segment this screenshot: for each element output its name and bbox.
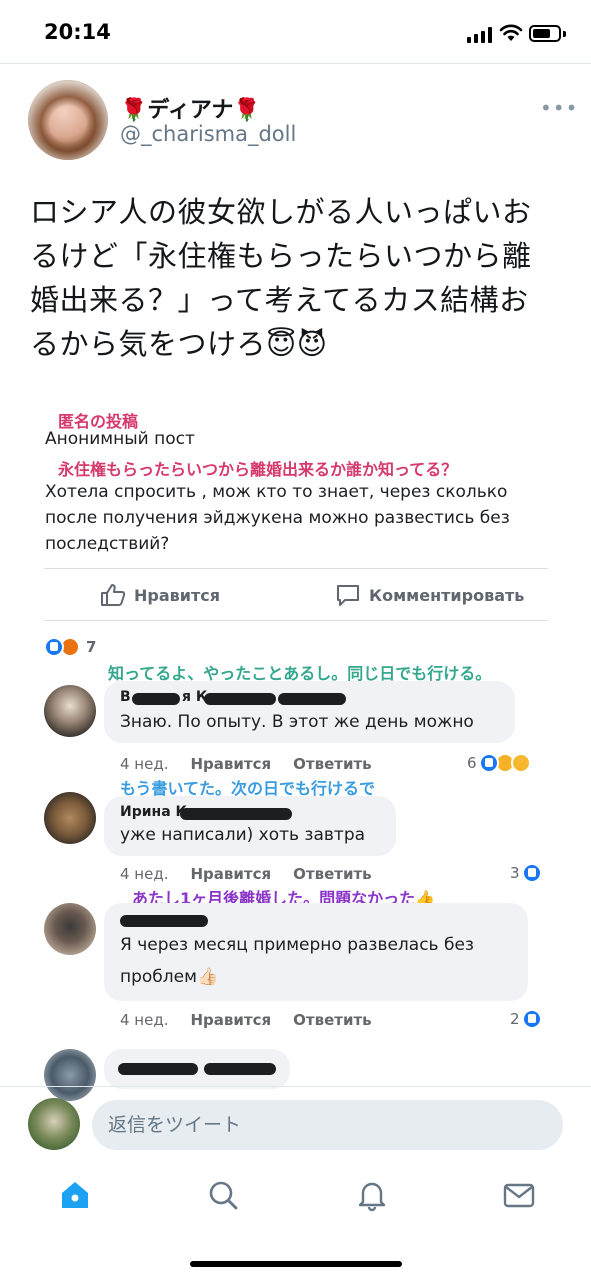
comment-text: Знаю. По опыту. В этот же день можно	[120, 712, 474, 732]
post-text: Хотела спросить , мож кто то знает, чере…	[45, 479, 510, 557]
comment-reaction-count: 2	[510, 1010, 520, 1028]
post-text-line: последствий?	[45, 534, 170, 554]
annotation-question: 永住権もらったらいつから離婚出来るか誰か知ってる？	[58, 460, 458, 479]
comment-bubble	[104, 1049, 290, 1089]
notifications-icon[interactable]	[355, 1178, 389, 1212]
comment-time: 4 нед.	[120, 755, 169, 773]
status-bar: 20:14	[0, 0, 591, 62]
more-options-icon[interactable]: •••	[540, 96, 578, 120]
wifi-icon	[499, 24, 523, 41]
comment-like-link: Нравится	[190, 865, 272, 883]
like-reaction-icon	[478, 753, 499, 773]
like-action-label: Нравится	[134, 585, 221, 605]
tweet-text: ロシア人の彼女欲しがる人いっぱいお るけど「永住権もらったらいつから離 婚出来る…	[30, 190, 570, 366]
author-display-name[interactable]: 🌹ディアナ🌹	[120, 92, 261, 124]
care-reaction-icon	[510, 753, 531, 773]
tweet-text-line: 婚出来る？」って考えてるカス結構お	[30, 283, 529, 317]
tweet-text-line: るから気をつけろ😇😈	[30, 327, 328, 361]
commenter-avatar	[44, 1049, 96, 1101]
comment-reactions: 3	[510, 863, 542, 883]
comment-meta: 4 нед. Нравится Ответить	[120, 1011, 372, 1029]
comment-reaction-count: 3	[510, 864, 520, 882]
home-indicator	[190, 1261, 402, 1267]
messages-icon[interactable]	[502, 1178, 536, 1212]
comment-reply-link: Ответить	[293, 755, 372, 773]
author-handle[interactable]: @_charisma_doll	[120, 122, 296, 146]
search-icon[interactable]	[206, 1178, 240, 1212]
status-time: 20:14	[44, 20, 111, 44]
tweet-text-line: るけど「永住権もらったらいつから離	[30, 239, 532, 273]
comment-reactions: 2	[510, 1009, 542, 1029]
my-avatar[interactable]	[28, 1098, 80, 1150]
comment-like-link: Нравится	[190, 1011, 272, 1029]
comment-reply-link: Ответить	[293, 865, 372, 883]
comment-time: 4 нед.	[120, 865, 169, 883]
comment-meta: 4 нед. Нравится Ответить	[120, 755, 372, 773]
author-avatar[interactable]	[28, 80, 108, 160]
battery-icon	[529, 25, 561, 42]
commenter-avatar	[44, 792, 96, 844]
commenter-avatar	[44, 685, 96, 737]
comment-bubble: Я через месяц примерно развелась без про…	[104, 903, 528, 1001]
comment-time: 4 нед.	[120, 1011, 169, 1029]
commenter-name: В	[120, 689, 131, 705]
comment-like-link: Нравится	[190, 755, 272, 773]
comment-text: уже написали) хоть завтра	[120, 825, 366, 845]
reply-input[interactable]: 返信をツイート	[92, 1100, 563, 1150]
like-reaction-icon	[521, 1009, 542, 1029]
home-icon[interactable]	[58, 1178, 92, 1212]
thumbs-up-icon	[101, 584, 126, 606]
comment-action-label: Комментировать	[369, 585, 525, 605]
post-label: Анонимный пост	[45, 429, 195, 449]
comment-meta: 4 нед. Нравится Ответить	[120, 865, 372, 883]
like-reaction-icon	[44, 637, 64, 657]
comment-bubble: В я К Знаю. По опыту. В этот же день мож…	[104, 681, 515, 743]
post-text-line: после получения эйджукена можно развести…	[45, 508, 510, 528]
post-text-line: Хотела спросить , мож кто то знает, чере…	[45, 482, 508, 502]
commenter-avatar	[44, 903, 96, 955]
tweet-text-line: ロシア人の彼女欲しがる人いっぱいお	[30, 195, 532, 229]
like-action: Нравится	[100, 583, 220, 607]
reaction-count: 7	[86, 638, 97, 656]
comment-action: Комментировать	[335, 583, 524, 607]
comment-text: проблем👍🏻	[120, 967, 219, 987]
comment-icon	[337, 585, 359, 606]
comment-reaction-count: 6	[467, 754, 477, 772]
reaction-summary: 7	[44, 637, 96, 657]
comment-reactions: 6	[467, 753, 531, 773]
attached-image[interactable]: 匿名の投稿 Анонимный пост 永住権もらったらいつから離婚出来るか誰…	[0, 395, 591, 1101]
cellular-signal-icon	[467, 27, 493, 43]
comment-bubble: Ирина К уже написали) хоть завтра	[104, 796, 396, 856]
comment-text: Я через месяц примерно развелась без	[120, 935, 474, 955]
commenter-name: Ирина К	[120, 804, 187, 820]
like-reaction-icon	[521, 863, 542, 883]
comment-reply-link: Ответить	[293, 1011, 372, 1029]
